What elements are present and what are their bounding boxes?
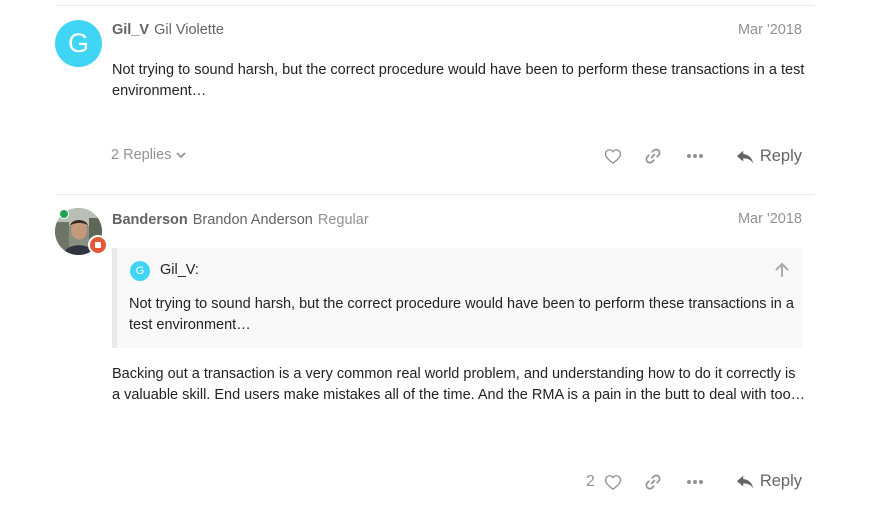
post-divider xyxy=(56,194,814,195)
quote-text: Not trying to sound harsh, but the corre… xyxy=(129,296,794,333)
full-name[interactable]: Brandon Anderson xyxy=(193,212,313,228)
share-link-button[interactable] xyxy=(643,472,663,492)
flair-icon xyxy=(95,242,101,248)
user-flair-badge xyxy=(88,235,108,255)
replies-label: 2 Replies xyxy=(111,147,172,163)
reply-label: Reply xyxy=(759,147,802,165)
full-name[interactable]: Gil Violette xyxy=(154,22,224,38)
post-author: Banderson Brandon Anderson Regular xyxy=(112,212,369,228)
quote-avatar: G xyxy=(130,261,150,281)
heart-icon xyxy=(604,474,622,490)
post-date[interactable]: Mar '2018 xyxy=(738,22,802,38)
quote-block: G Gil_V: Not trying to sound harsh, but … xyxy=(112,248,802,348)
reply-label: Reply xyxy=(759,472,802,490)
user-title: Regular xyxy=(317,212,369,228)
more-actions-button[interactable] xyxy=(685,472,705,492)
heart-icon xyxy=(604,148,622,164)
post-content: Backing out a transaction is a very comm… xyxy=(112,366,806,403)
username-link[interactable]: Gil_V xyxy=(112,22,149,38)
share-link-button[interactable] xyxy=(643,146,663,166)
user-avatar[interactable]: G xyxy=(55,20,102,67)
topic-post-stream: G Gil_V Gil Violette Mar '2018 Not trying… xyxy=(0,0,892,508)
quote-username: Gil_V: xyxy=(160,262,199,278)
ellipsis-icon xyxy=(687,480,703,484)
post-divider xyxy=(56,5,814,6)
reply-arrow-icon xyxy=(736,475,753,488)
like-button[interactable] xyxy=(603,472,623,492)
ellipsis-icon xyxy=(687,154,703,158)
post-date[interactable]: Mar '2018 xyxy=(738,211,802,227)
jump-to-quoted-post-button[interactable] xyxy=(774,262,790,278)
online-status-indicator xyxy=(59,209,69,219)
reply-button[interactable]: Reply xyxy=(736,147,802,166)
link-icon xyxy=(645,474,661,490)
link-icon xyxy=(645,148,661,164)
arrow-up-icon xyxy=(775,262,789,277)
show-replies-button[interactable]: 2 Replies xyxy=(111,147,187,163)
post-author: Gil_V Gil Violette xyxy=(112,22,224,38)
more-actions-button[interactable] xyxy=(685,146,705,166)
post-content: Not trying to sound harsh, but the corre… xyxy=(112,62,805,99)
avatar-letter: G xyxy=(67,28,89,58)
reply-button[interactable]: Reply xyxy=(736,472,802,491)
quote-avatar-letter: G xyxy=(135,265,145,277)
like-button[interactable] xyxy=(603,146,623,166)
username-link[interactable]: Banderson xyxy=(112,212,188,228)
like-count[interactable]: 2 xyxy=(586,473,595,491)
chevron-down-icon xyxy=(176,152,187,159)
reply-arrow-icon xyxy=(736,150,753,163)
